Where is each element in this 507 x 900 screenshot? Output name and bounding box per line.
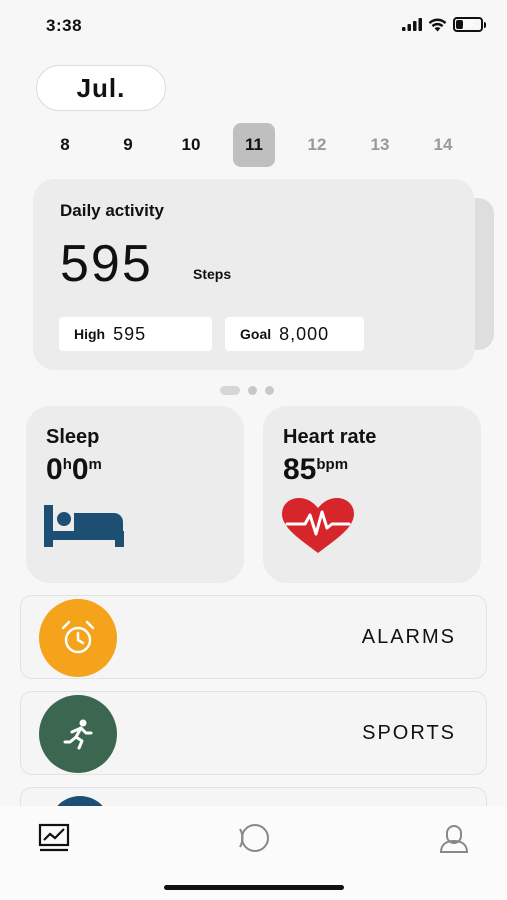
sleep-value: 0h0m <box>46 453 102 487</box>
carousel-dot <box>220 386 240 395</box>
high-value: 595 <box>113 323 147 344</box>
carousel-dot <box>265 386 274 395</box>
battery-percent: 28 <box>462 19 474 30</box>
bed-icon <box>44 505 124 547</box>
date-item[interactable]: 11 <box>233 123 275 167</box>
activity-title: Daily activity <box>60 201 164 220</box>
date-item[interactable]: 9 <box>107 123 149 167</box>
home-indicator[interactable] <box>164 885 344 890</box>
heart-pulse-icon <box>282 498 354 553</box>
watch-icon <box>239 824 269 852</box>
status-icons: 28 <box>402 17 486 32</box>
carousel-dot <box>248 386 257 395</box>
tab-device[interactable] <box>234 818 274 858</box>
heart-rate-unit: bpm <box>316 456 349 473</box>
alarms-label: ALARMS <box>361 626 456 648</box>
sleep-minutes: 0 <box>71 453 89 486</box>
high-stat: High 595 <box>59 317 212 351</box>
daily-activity-card[interactable]: Daily activity 595 Steps High 595 Goal 8… <box>33 179 475 370</box>
date-item[interactable]: 14 <box>422 123 464 167</box>
high-label: High <box>74 326 106 342</box>
date-item[interactable]: 10 <box>170 123 212 167</box>
chart-icon <box>38 823 70 852</box>
sleep-title: Sleep <box>46 426 100 448</box>
alarm-clock-icon <box>61 620 95 654</box>
sleep-minutes-unit: m <box>88 456 102 473</box>
steps-value: 595 <box>60 235 153 293</box>
sports-row[interactable]: SPORTS <box>20 691 487 775</box>
tab-activity[interactable] <box>34 818 74 858</box>
sleep-hours-unit: h <box>62 456 72 473</box>
goal-stat: Goal 8,000 <box>225 317 364 351</box>
date-item[interactable]: 12 <box>296 123 338 167</box>
alarms-row[interactable]: ALARMS <box>20 595 487 679</box>
heart-rate-tile[interactable]: Heart rate 85 bpm <box>263 406 481 583</box>
month-selector[interactable]: Jul. <box>36 65 166 111</box>
steps-unit: Steps <box>193 266 232 282</box>
profile-icon <box>439 825 469 853</box>
goal-label: Goal <box>240 326 272 342</box>
battery-icon: 28 <box>453 17 486 32</box>
alarms-icon-circle <box>39 599 117 677</box>
goal-value: 8,000 <box>279 323 330 344</box>
heart-rate-title: Heart rate <box>283 426 377 448</box>
runner-icon <box>63 719 93 750</box>
signal-icon <box>402 18 422 31</box>
status-bar: 3:38 28 <box>0 0 507 54</box>
sports-icon-circle <box>39 695 117 773</box>
date-item[interactable]: 8 <box>44 123 86 167</box>
date-strip: 8 9 10 11 12 13 14 <box>33 123 475 169</box>
status-time: 3:38 <box>46 16 83 35</box>
tab-profile[interactable] <box>434 818 474 858</box>
sleep-tile[interactable]: Sleep 0h0m <box>26 406 244 583</box>
carousel-indicator <box>220 386 274 395</box>
sports-label: SPORTS <box>362 722 456 744</box>
date-item[interactable]: 13 <box>359 123 401 167</box>
heart-rate-value: 85 bpm <box>283 453 348 487</box>
wifi-icon <box>428 18 447 31</box>
tab-bar <box>0 806 507 900</box>
sleep-hours: 0 <box>46 453 63 486</box>
heart-rate-number: 85 <box>283 453 317 486</box>
